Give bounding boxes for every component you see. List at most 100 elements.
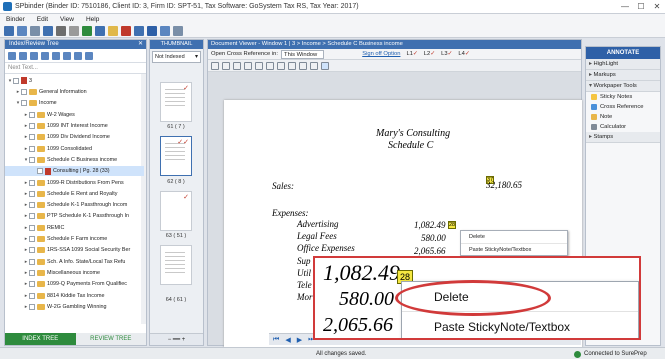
menu-view[interactable]: View (60, 16, 74, 23)
zoom-in-icon[interactable] (211, 61, 219, 70)
level-l2[interactable]: L2✓ (424, 49, 435, 59)
prev-page-icon[interactable]: ◀ (285, 336, 290, 344)
tree-item[interactable]: ▸ 1RS-SSA 1099 Social Security Ber (5, 246, 144, 256)
fit-width-icon[interactable] (233, 61, 241, 70)
save-as-icon[interactable] (17, 25, 27, 36)
zoom-menu-item-paste-stickynote[interactable]: Paste StickyNote/Textbox (402, 312, 638, 338)
next-page-icon[interactable]: ▶ (297, 336, 302, 344)
cross-ref-tag[interactable]: 28 (448, 221, 456, 229)
annotate-header[interactable]: ANNOTATE (586, 47, 660, 59)
rotate-right-icon[interactable] (266, 61, 274, 70)
tree-item[interactable]: ▾ Income (5, 99, 144, 109)
move-up-icon[interactable] (41, 51, 49, 60)
thumbnail-tab[interactable]: THUMBNAIL (150, 40, 203, 49)
maximize-button[interactable]: ☐ (633, 0, 649, 14)
tab-review-tree[interactable]: REVIEW TREE (75, 333, 146, 345)
select-icon[interactable] (288, 61, 296, 70)
print-icon[interactable] (30, 25, 40, 36)
tree-checkbox[interactable] (29, 123, 35, 130)
tree-item[interactable]: ▸ Miscellaneous income (5, 268, 144, 278)
viewer-tab[interactable]: Document Viewer - Window 1 | 3 > Income … (208, 40, 581, 49)
settings-icon[interactable] (69, 25, 79, 36)
tree-checkbox[interactable] (37, 168, 43, 175)
tree-checkbox[interactable] (29, 190, 35, 197)
section-markups[interactable]: Markups (586, 70, 660, 81)
menu-item-delete[interactable]: Delete (461, 231, 567, 244)
folder-icon[interactable] (56, 25, 66, 36)
highlight-icon[interactable] (108, 25, 118, 36)
rotate-left-icon[interactable] (255, 61, 263, 70)
print-icon[interactable] (299, 61, 307, 70)
refresh-icon[interactable] (82, 25, 92, 36)
thumbnail-page-4[interactable] (160, 245, 192, 285)
add-icon[interactable] (8, 51, 16, 60)
tree-checkbox[interactable] (29, 258, 35, 265)
tree-item[interactable]: ▸ PTP Schedule K-1 Passthrough In (5, 212, 144, 222)
section-highlight[interactable]: HighLight (586, 59, 660, 70)
tree-item[interactable]: ▸ 8814 Kiddie Tax Income (5, 291, 144, 301)
tree-checkbox[interactable] (29, 269, 35, 276)
signoff-option-link[interactable]: Sign off Option (362, 49, 400, 59)
collapse-icon[interactable] (74, 51, 82, 60)
tree-item[interactable]: ▸ 1099 Consolidated (5, 144, 144, 154)
delete-icon[interactable] (121, 25, 131, 36)
tree-checkbox[interactable] (29, 281, 35, 288)
thumbnail-page-1[interactable]: ✓ (160, 82, 192, 122)
delete-icon[interactable] (30, 51, 38, 60)
tree-item[interactable]: ▸ 1099-R Distributions From Pens (5, 178, 144, 188)
tree-item[interactable]: ▾ Schedule C Business income (5, 155, 144, 165)
thumbnail-zoom-slider[interactable]: − ━━ + (150, 333, 203, 345)
tree-checkbox[interactable] (13, 77, 19, 84)
menu-edit[interactable]: Edit (37, 16, 48, 23)
zoom-out-icon[interactable] (222, 61, 230, 70)
move-down-icon[interactable] (52, 51, 60, 60)
tree-item[interactable]: ▸ REMIC (5, 223, 144, 233)
close-button[interactable]: ✕ (649, 0, 665, 14)
tool-cross-reference[interactable]: Cross Reference (586, 102, 660, 112)
tree-checkbox[interactable] (29, 111, 35, 118)
link-icon[interactable] (160, 25, 170, 36)
tool-note[interactable]: Note (586, 112, 660, 122)
pan-icon[interactable] (277, 61, 285, 70)
tree-item[interactable]: ▸ 1099-Q Payments From Qualifiec (5, 279, 144, 289)
tree-checkbox[interactable] (29, 247, 35, 254)
tree-item[interactable]: ▸ W-2G Gambling Winning (5, 302, 144, 312)
tree-checkbox[interactable] (29, 156, 35, 163)
tree-item[interactable]: ▸ General Information (5, 87, 144, 97)
tree-checkbox[interactable] (29, 236, 35, 243)
tree-item[interactable]: ▸ 1099 Div Dividend Income (5, 133, 144, 143)
tree-checkbox[interactable] (21, 89, 27, 96)
level-l3[interactable]: L3✓ (441, 49, 452, 59)
close-icon[interactable]: ✕ (138, 40, 143, 49)
tree-checkbox[interactable] (29, 202, 35, 209)
filter-icon[interactable] (85, 51, 93, 60)
tree-checkbox[interactable] (29, 145, 35, 152)
tree-checkbox[interactable] (29, 292, 35, 299)
tree-item[interactable]: ▸ W-2 Wages (5, 110, 144, 120)
save-icon[interactable] (4, 25, 14, 36)
tree-checkbox[interactable] (29, 303, 35, 310)
section-workpaper-tools[interactable]: Workpaper Tools (586, 81, 660, 92)
tree-checkbox[interactable] (29, 134, 35, 141)
excel-icon[interactable] (173, 25, 183, 36)
tool-sticky-notes[interactable]: Sticky Notes (586, 92, 660, 102)
tree-search[interactable]: Next Text... (5, 63, 146, 74)
search-input[interactable]: Next Text... (8, 65, 146, 71)
section-stamps[interactable]: Stamps (586, 132, 660, 143)
cross-ref-select[interactable]: This Window (281, 50, 325, 59)
edit-icon[interactable] (19, 51, 27, 60)
tree-item[interactable]: ▸ Schedule E Rent and Royalty (5, 189, 144, 199)
tree-checkbox[interactable] (29, 179, 35, 186)
split-icon[interactable] (95, 25, 105, 36)
thumbnail-filter-select[interactable]: Not Indexed (152, 51, 201, 63)
tab-index-tree[interactable]: INDEX TREE (5, 333, 76, 345)
tax-icon[interactable] (147, 25, 157, 36)
thumbnail-page-3[interactable]: ✓ (160, 191, 192, 231)
download-icon[interactable] (310, 61, 318, 70)
tree-item[interactable]: Consulting | Pg. 28 (33) (5, 166, 144, 177)
open-icon[interactable] (43, 25, 53, 36)
tree-item[interactable]: ▸ Schedule F Farm income (5, 234, 144, 244)
tree-item[interactable]: ▸ Sch. A Info. State/Local Tax Refu (5, 257, 144, 267)
fit-page-icon[interactable] (244, 61, 252, 70)
tree-item[interactable]: ▸ 1099 INT Interest Income (5, 121, 144, 131)
